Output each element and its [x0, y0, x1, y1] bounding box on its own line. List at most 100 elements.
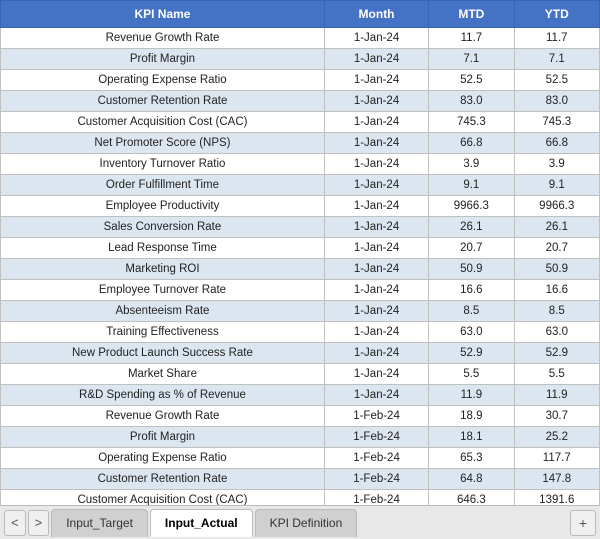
cell-mtd: 63.0: [429, 322, 514, 343]
cell-ytd: 25.2: [514, 427, 599, 448]
cell-ytd: 5.5: [514, 364, 599, 385]
cell-month: 1-Feb-24: [324, 469, 428, 490]
tab-kpi-definition[interactable]: KPI Definition: [255, 509, 358, 537]
cell-name: Net Promoter Score (NPS): [1, 133, 325, 154]
table-row: Absenteeism Rate1-Jan-248.58.5: [1, 301, 600, 322]
cell-name: Market Share: [1, 364, 325, 385]
cell-month: 1-Jan-24: [324, 217, 428, 238]
tab-input-target[interactable]: Input_Target: [51, 509, 148, 537]
table-row: Net Promoter Score (NPS)1-Jan-2466.866.8: [1, 133, 600, 154]
table-row: Marketing ROI1-Jan-2450.950.9: [1, 259, 600, 280]
cell-ytd: 1391.6: [514, 490, 599, 506]
cell-name: Order Fulfillment Time: [1, 175, 325, 196]
cell-month: 1-Jan-24: [324, 196, 428, 217]
table-row: Revenue Growth Rate1-Feb-2418.930.7: [1, 406, 600, 427]
cell-month: 1-Jan-24: [324, 301, 428, 322]
cell-name: Customer Acquisition Cost (CAC): [1, 112, 325, 133]
cell-mtd: 50.9: [429, 259, 514, 280]
cell-mtd: 83.0: [429, 91, 514, 112]
kpi-table: KPI Name Month MTD YTD Revenue Growth Ra…: [0, 0, 600, 505]
col-ytd: YTD: [514, 1, 599, 28]
cell-mtd: 20.7: [429, 238, 514, 259]
cell-month: 1-Jan-24: [324, 385, 428, 406]
cell-month: 1-Jan-24: [324, 70, 428, 91]
cell-mtd: 65.3: [429, 448, 514, 469]
cell-mtd: 18.1: [429, 427, 514, 448]
cell-name: Revenue Growth Rate: [1, 406, 325, 427]
cell-name: Employee Turnover Rate: [1, 280, 325, 301]
cell-mtd: 64.8: [429, 469, 514, 490]
cell-name: Employee Productivity: [1, 196, 325, 217]
cell-mtd: 7.1: [429, 49, 514, 70]
table-row: Profit Margin1-Feb-2418.125.2: [1, 427, 600, 448]
cell-name: Profit Margin: [1, 427, 325, 448]
tab-next-button[interactable]: >: [28, 510, 50, 536]
cell-month: 1-Jan-24: [324, 259, 428, 280]
table-row: R&D Spending as % of Revenue1-Jan-2411.9…: [1, 385, 600, 406]
cell-month: 1-Jan-24: [324, 322, 428, 343]
cell-month: 1-Jan-24: [324, 91, 428, 112]
cell-name: Inventory Turnover Ratio: [1, 154, 325, 175]
cell-ytd: 3.9: [514, 154, 599, 175]
tab-add-button[interactable]: +: [570, 510, 596, 536]
tab-prev-button[interactable]: <: [4, 510, 26, 536]
cell-mtd: 18.9: [429, 406, 514, 427]
cell-name: R&D Spending as % of Revenue: [1, 385, 325, 406]
cell-mtd: 11.9: [429, 385, 514, 406]
table-row: Customer Acquisition Cost (CAC)1-Feb-246…: [1, 490, 600, 506]
cell-ytd: 26.1: [514, 217, 599, 238]
cell-month: 1-Feb-24: [324, 406, 428, 427]
cell-ytd: 20.7: [514, 238, 599, 259]
cell-ytd: 9966.3: [514, 196, 599, 217]
cell-mtd: 66.8: [429, 133, 514, 154]
cell-name: Operating Expense Ratio: [1, 70, 325, 91]
table-row: Customer Retention Rate1-Feb-2464.8147.8: [1, 469, 600, 490]
cell-month: 1-Jan-24: [324, 154, 428, 175]
cell-mtd: 11.7: [429, 28, 514, 49]
cell-month: 1-Jan-24: [324, 49, 428, 70]
table-row: Market Share1-Jan-245.55.5: [1, 364, 600, 385]
cell-name: Revenue Growth Rate: [1, 28, 325, 49]
cell-ytd: 63.0: [514, 322, 599, 343]
cell-month: 1-Feb-24: [324, 490, 428, 506]
cell-ytd: 9.1: [514, 175, 599, 196]
cell-ytd: 52.9: [514, 343, 599, 364]
cell-mtd: 9966.3: [429, 196, 514, 217]
cell-ytd: 50.9: [514, 259, 599, 280]
cell-mtd: 9.1: [429, 175, 514, 196]
cell-month: 1-Jan-24: [324, 175, 428, 196]
cell-month: 1-Jan-24: [324, 28, 428, 49]
cell-ytd: 66.8: [514, 133, 599, 154]
cell-mtd: 52.9: [429, 343, 514, 364]
cell-mtd: 52.5: [429, 70, 514, 91]
tab-bar: < > Input_Target Input_Actual KPI Defini…: [0, 505, 600, 539]
cell-month: 1-Jan-24: [324, 364, 428, 385]
cell-month: 1-Jan-24: [324, 238, 428, 259]
cell-name: Absenteeism Rate: [1, 301, 325, 322]
cell-ytd: 7.1: [514, 49, 599, 70]
cell-ytd: 8.5: [514, 301, 599, 322]
cell-month: 1-Feb-24: [324, 448, 428, 469]
cell-month: 1-Feb-24: [324, 427, 428, 448]
cell-ytd: 147.8: [514, 469, 599, 490]
cell-name: Customer Acquisition Cost (CAC): [1, 490, 325, 506]
cell-ytd: 83.0: [514, 91, 599, 112]
table-row: New Product Launch Success Rate1-Jan-245…: [1, 343, 600, 364]
cell-name: Lead Response Time: [1, 238, 325, 259]
table-row: Profit Margin1-Jan-247.17.1: [1, 49, 600, 70]
cell-mtd: 3.9: [429, 154, 514, 175]
cell-ytd: 52.5: [514, 70, 599, 91]
cell-mtd: 26.1: [429, 217, 514, 238]
cell-mtd: 745.3: [429, 112, 514, 133]
table-row: Order Fulfillment Time1-Jan-249.19.1: [1, 175, 600, 196]
cell-month: 1-Jan-24: [324, 280, 428, 301]
table-row: Sales Conversion Rate1-Jan-2426.126.1: [1, 217, 600, 238]
cell-ytd: 745.3: [514, 112, 599, 133]
cell-name: Sales Conversion Rate: [1, 217, 325, 238]
cell-mtd: 16.6: [429, 280, 514, 301]
cell-name: Profit Margin: [1, 49, 325, 70]
table-body: Revenue Growth Rate1-Jan-2411.711.7Profi…: [1, 28, 600, 506]
table-container[interactable]: KPI Name Month MTD YTD Revenue Growth Ra…: [0, 0, 600, 505]
tab-input-actual[interactable]: Input_Actual: [150, 509, 253, 537]
table-row: Operating Expense Ratio1-Jan-2452.552.5: [1, 70, 600, 91]
